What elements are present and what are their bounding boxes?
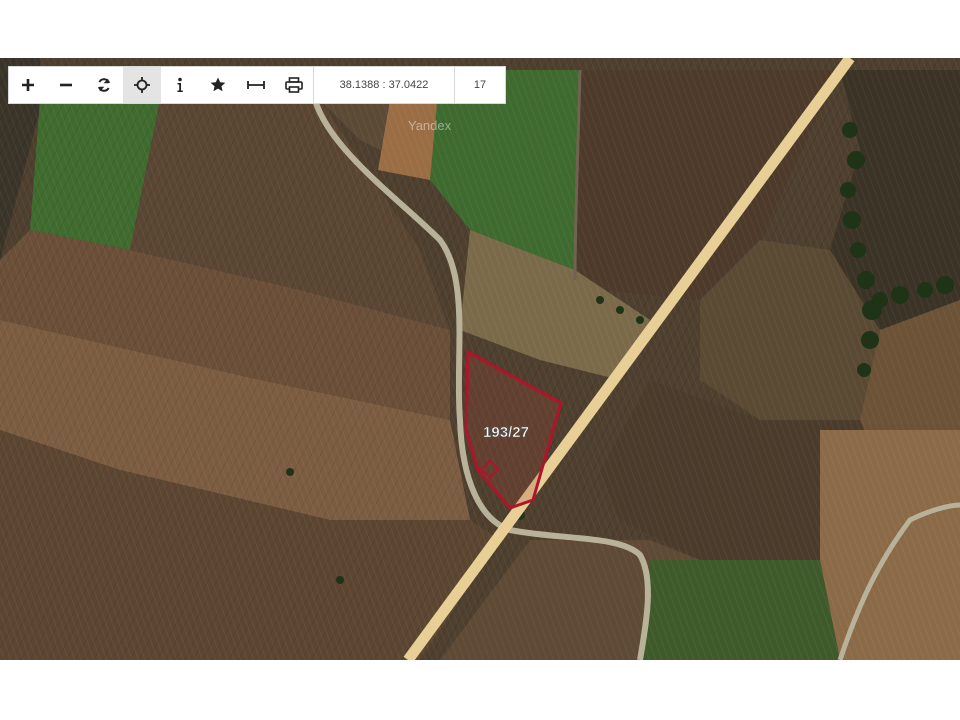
print-button[interactable] [275, 67, 313, 103]
measure-button[interactable] [237, 67, 275, 103]
map-toolbar: 38.1388 : 37.0422 17 [8, 66, 506, 104]
map-watermark: Yandex [408, 118, 452, 133]
parcel-label: 193/27 [483, 424, 529, 441]
favorite-button[interactable] [199, 67, 237, 103]
coordinates-display: 38.1388 : 37.0422 [313, 67, 454, 103]
print-icon [285, 77, 303, 93]
zoom-out-button[interactable] [47, 67, 85, 103]
refresh-icon [98, 78, 110, 92]
info-button[interactable] [161, 67, 199, 103]
star-icon [210, 77, 226, 92]
locate-icon [134, 77, 150, 93]
measure-icon [247, 81, 265, 89]
zoom-in-icon [22, 79, 34, 91]
zoom-out-icon [60, 83, 72, 87]
zoom-level-display: 17 [454, 67, 505, 103]
info-icon [177, 77, 183, 92]
locate-button[interactable] [123, 67, 161, 103]
refresh-button[interactable] [85, 67, 123, 103]
zoom-in-button[interactable] [9, 67, 47, 103]
satellite-map[interactable]: 193/27 Yandex [0, 58, 960, 660]
